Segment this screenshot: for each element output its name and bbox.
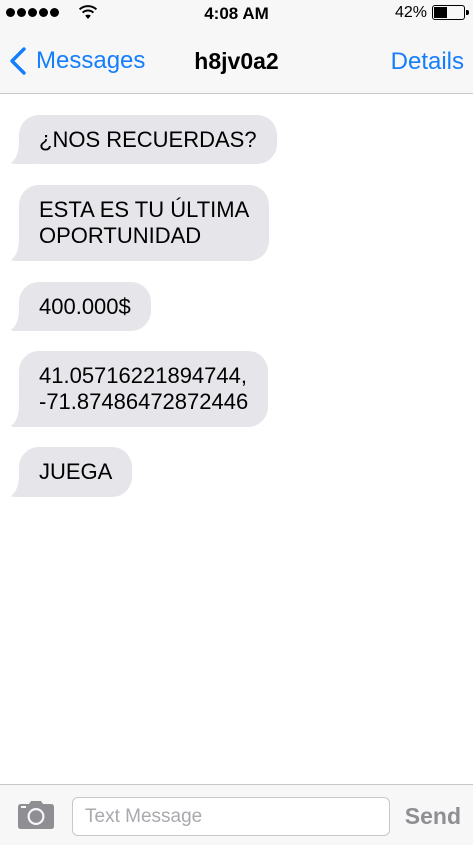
send-button[interactable]: Send — [405, 803, 461, 830]
message-bubble[interactable]: ESTA ES TU ÚLTIMA OPORTUNIDAD — [11, 185, 270, 261]
message-text: ¿NOS RECUERDAS? — [39, 126, 257, 152]
message-text: 41.05716221894744, -71.87486472872446 — [39, 363, 249, 414]
message-text: 400.000$ — [39, 293, 131, 319]
status-bar: 4:08 AM 42% — [0, 0, 473, 26]
message-thread[interactable]: ¿NOS RECUERDAS? ESTA ES TU ÚLTIMA OPORTU… — [0, 95, 473, 784]
details-button[interactable]: Details — [391, 48, 464, 76]
camera-icon[interactable] — [17, 800, 55, 830]
message-bubble[interactable]: JUEGA — [11, 447, 133, 497]
message-bubble[interactable]: 41.05716221894744, -71.87486472872446 — [11, 351, 269, 427]
message-bubble[interactable]: ¿NOS RECUERDAS? — [11, 115, 277, 164]
battery-percent: 42% — [394, 4, 427, 21]
input-bar: Send — [0, 784, 473, 845]
battery-icon — [432, 5, 469, 20]
screen: 4:08 AM 42% Messages h8jv0a2 Details ¿NO… — [0, 0, 473, 845]
message-text: ESTA ES TU ÚLTIMA OPORTUNIDAD — [39, 197, 250, 248]
battery-fill — [434, 7, 448, 18]
message-bubble[interactable]: 400.000$ — [11, 282, 151, 331]
message-input[interactable] — [72, 797, 390, 836]
nav-bar: Messages h8jv0a2 Details — [0, 26, 473, 94]
message-text: JUEGA — [39, 459, 113, 484]
